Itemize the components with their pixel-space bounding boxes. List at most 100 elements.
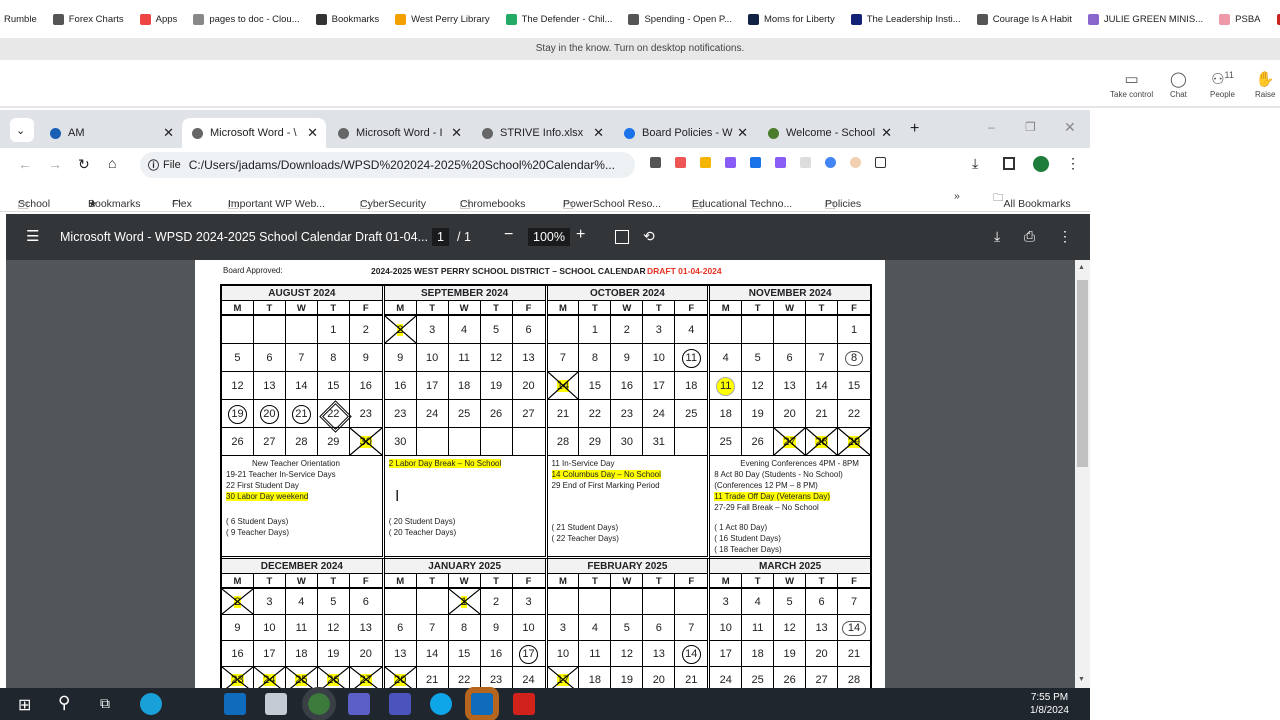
back-button[interactable]: ← [18,156,32,172]
bookmark-item[interactable]: The Defender - Chil... [505,13,612,25]
bookmark-item[interactable]: Forex Charts [52,13,124,25]
scroll-down-arrow[interactable]: ▼ [1078,676,1085,683]
search-icon[interactable]: ⚲ [58,693,70,713]
edge-icon[interactable] [140,693,162,715]
home-button[interactable]: ⌂ [108,155,116,171]
extension-icon[interactable] [675,157,686,168]
extension-icon[interactable] [775,157,786,168]
rotate-icon[interactable]: ⟲ [643,228,655,245]
zoom-out-button[interactable]: − [504,226,513,244]
chat-button[interactable]: ◯ Chat [1170,70,1187,99]
chrome-icon[interactable] [302,687,336,720]
bookmark-favicon-icon [395,13,407,25]
omnibox[interactable]: ⓘ File C:/Users/jadams/Downloads/WPSD%202… [140,152,635,178]
day-cell: 14 [838,615,870,641]
bookmark-item[interactable]: Rumble [4,14,37,25]
close-window-button[interactable]: ✕ [1064,119,1076,136]
tab[interactable]: Board Policies - W ✕ [614,118,756,148]
all-bookmarks-button[interactable]: 🗀 All Bookmarks [993,190,1071,210]
more-bookmarks-button[interactable]: » [954,190,960,202]
tab-close-button[interactable]: ✕ [163,125,174,141]
bookmark-item[interactable]: Bookmarks [315,13,379,25]
skype-icon[interactable] [430,693,452,715]
bookmark-item[interactable]: Apps [139,13,177,25]
bookmark-item[interactable]: How Ridiculous [1276,13,1280,25]
extension-icon[interactable] [825,157,836,168]
tab[interactable]: Microsoft Word - I ✕ [328,118,470,148]
zoom-in-button[interactable]: + [576,226,585,244]
day-cell [806,316,839,344]
tab[interactable]: STRIVE Info.xlsx ✕ [472,118,612,148]
task-view-icon[interactable]: ⧉ [100,695,110,712]
scrollbar-thumb[interactable] [1077,280,1088,467]
bookmark-item[interactable]: PSBA [1219,13,1261,25]
day-cell: 6 [806,589,839,615]
tab-close-button[interactable]: ✕ [451,125,462,141]
bookmark-item[interactable]: Spending - Open P... [628,13,732,25]
system-clock[interactable]: 7:55 PM 1/8/2024 [1030,691,1069,717]
notification-banner[interactable]: Stay in the know. Turn on desktop notifi… [0,38,1280,60]
extension-icon[interactable] [800,157,811,168]
print-icon[interactable]: ⎙ [1024,228,1035,245]
windows-start-icon[interactable]: ⊞ [18,695,31,715]
bookmark-item[interactable]: Courage Is A Habit [976,13,1072,25]
tab[interactable]: AM ✕ [40,118,182,148]
more-options-icon[interactable]: ⋮ [1058,228,1072,245]
day-number: 15 [457,648,471,660]
bookmark-item[interactable]: The Leadership Insti... [850,13,961,25]
weekday-label: W [611,301,644,316]
browser-menu-icon[interactable]: ⋮ [1066,155,1080,172]
scroll-up-arrow[interactable]: ▲ [1078,264,1085,271]
url-text[interactable]: C:/Users/jadams/Downloads/WPSD%202024-20… [189,158,615,172]
take-control-button[interactable]: ▭ Take control [1110,70,1153,99]
acrobat-icon[interactable] [513,693,535,715]
outlook-icon[interactable] [224,693,246,715]
menu-icon[interactable]: ☰ [26,227,39,245]
tab-close-button[interactable]: ✕ [307,125,318,141]
zoom-input[interactable]: 100% [528,228,570,246]
extension-icon[interactable] [725,157,736,168]
minimize-button[interactable]: – [988,120,995,134]
outlook-active-icon[interactable] [465,687,499,720]
bookmark-item[interactable]: JULIE GREEN MINIS... [1087,13,1203,25]
restore-button[interactable]: ❐ [1025,120,1036,134]
tab[interactable]: Welcome - School ✕ [758,118,900,148]
teams-icon[interactable] [389,693,411,715]
windows-taskbar: ⊞ ⚲ ⧉ 7:55 PM 1/8/2024 [0,687,1090,720]
tab-close-button[interactable]: ✕ [593,125,604,141]
extension-icon[interactable] [650,157,661,168]
fit-page-icon[interactable] [615,230,629,244]
extension-icon[interactable] [700,157,711,168]
side-panel-icon[interactable] [1003,157,1015,170]
tab-close-button[interactable]: ✕ [881,125,892,141]
app-icon[interactable] [348,693,370,715]
reload-button[interactable]: ↻ [78,156,90,173]
weekday-label: M [222,301,254,316]
page-number-input[interactable]: 1 [432,228,449,246]
extension-icon[interactable] [750,157,761,168]
site-info-chip[interactable]: ⓘ File [148,157,181,173]
tab[interactable]: Microsoft Word - \ ✕ [182,118,326,148]
new-tab-button[interactable]: + [910,120,919,138]
people-button[interactable]: ⚇11 People [1210,70,1235,99]
day-number: 21 [556,408,570,420]
download-icon[interactable]: ⤓ [994,228,1000,245]
file-icon[interactable] [265,693,287,715]
bookmark-item[interactable]: West Perry Library [395,13,490,25]
day-cell: 19 [774,641,807,667]
draft-label: DRAFT 01-04-2024 [647,266,722,276]
download-icon[interactable]: ⤓ [972,155,978,172]
day-cell: 14 [806,372,839,400]
tab-search-button[interactable]: ⌄ [10,118,34,142]
tab-close-button[interactable]: ✕ [737,125,748,141]
bookmark-favicon-icon [505,13,517,25]
raise-hand-button[interactable]: ✋ Raise [1255,70,1275,99]
day-cell: 14 [675,641,708,667]
profile-avatar[interactable] [1033,156,1049,172]
weekday-label: T [317,574,350,589]
forward-button[interactable]: → [48,156,62,172]
bookmark-item[interactable]: pages to doc - Clou... [193,13,300,25]
bookmark-item[interactable]: Moms for Liberty [747,13,835,25]
extension-icon[interactable] [850,157,861,168]
extensions-puzzle-icon[interactable] [875,157,886,168]
